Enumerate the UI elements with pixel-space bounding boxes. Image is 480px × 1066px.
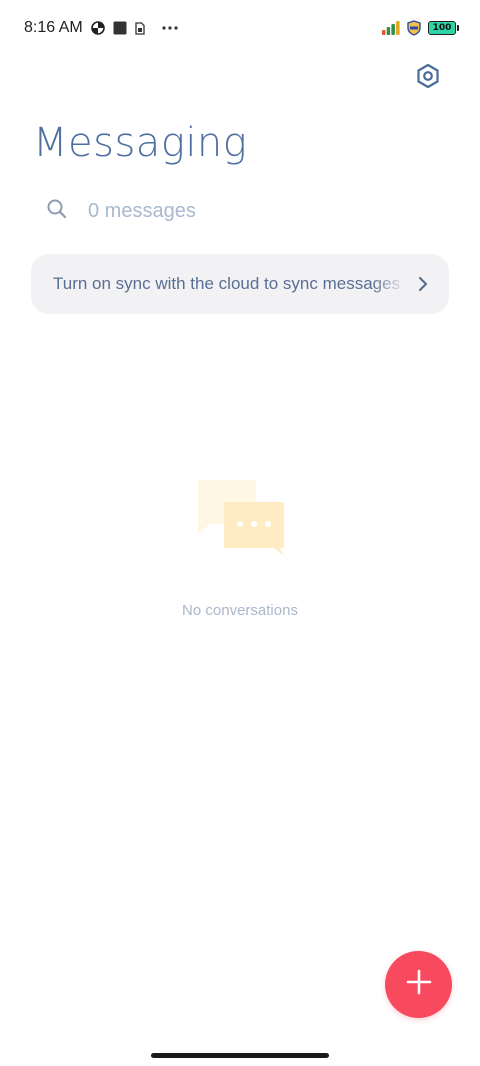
square-notification-icon xyxy=(113,21,127,35)
status-bar: 8:16 AM 100 xyxy=(0,0,480,56)
data-saver-icon xyxy=(90,21,105,35)
status-bar-right: 100 xyxy=(382,20,459,36)
chat-bubbles-icon xyxy=(196,478,286,558)
plus-icon xyxy=(405,968,433,1001)
status-time: 8:16 AM xyxy=(24,19,83,36)
page-title: Messaging xyxy=(33,120,248,166)
status-bar-left: 8:16 AM xyxy=(24,19,179,37)
signal-icon xyxy=(382,21,400,35)
sim-card-icon xyxy=(135,21,145,35)
search-icon xyxy=(46,198,68,225)
more-dots-icon xyxy=(161,25,179,31)
new-conversation-button[interactable] xyxy=(385,951,452,1018)
sync-banner-text: Turn on sync with the cloud to sync mess… xyxy=(53,274,401,293)
home-indicator[interactable] xyxy=(151,1053,329,1058)
settings-hexagon-icon xyxy=(415,63,441,94)
chevron-right-icon xyxy=(417,276,429,292)
search-input[interactable] xyxy=(88,199,388,223)
search-bar[interactable] xyxy=(46,195,436,227)
sync-banner[interactable]: Turn on sync with the cloud to sync mess… xyxy=(31,254,449,314)
messaging-screen: 8:16 AM 100 Messaging 0 messages Turn on… xyxy=(0,0,480,1066)
settings-button[interactable] xyxy=(412,62,444,94)
empty-state-text: No conversations xyxy=(182,602,298,619)
battery-icon: 100 xyxy=(428,21,459,35)
vpn-shield-icon xyxy=(406,20,422,36)
